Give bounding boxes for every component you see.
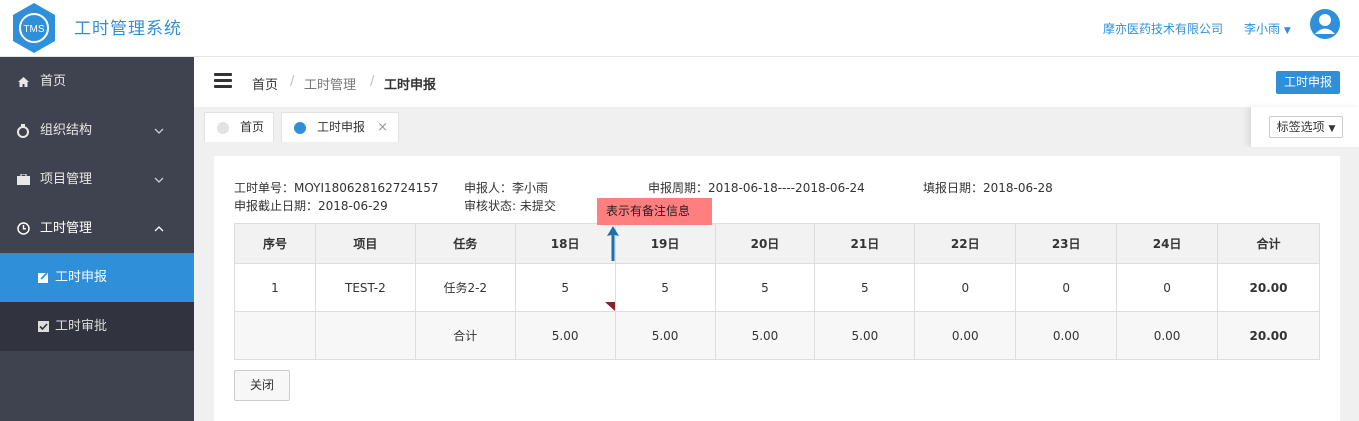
breadcrumb-home[interactable]: 首页 [252,74,278,93]
tab-label: 首页 [240,120,265,134]
close-icon[interactable]: × [377,113,388,142]
table-header-row: 序号 项目 任务 18日 19日 20日 21日 22日 23日 24日 合计 [234,223,1320,264]
column-header: 合计 [1217,223,1320,264]
table-cell [314,311,416,360]
cell-value: 5 [561,280,569,295]
note-tooltip: 表示有备注信息 [597,198,712,225]
table-sum-row: 合计 5.00 5.00 5.00 5.00 0.00 0.00 0.00 20… [234,311,1320,360]
sidebar-item-label: 工时管理 [40,221,93,236]
sum-cell: 0.00 [1116,311,1219,360]
home-icon [16,57,30,106]
top-header: TMS 工时管理系统 摩亦医药技术有限公司 李小雨 ▼ [0,0,1359,57]
hours-cell[interactable]: 0 [1015,263,1118,312]
breadcrumb-separator: / [370,74,375,89]
report-period: 申报周期：2018-06-18----2018-06-24 [648,181,865,195]
hours-cell[interactable]: 0 [914,263,1017,312]
chevron-down-icon [154,155,164,204]
column-header: 项目 [314,223,416,264]
grand-total: 20.00 [1217,311,1320,360]
worktime-table: 序号 项目 任务 18日 19日 20日 21日 22日 23日 24日 合计 … [234,223,1320,360]
tab-label: 工时申报 [317,120,366,134]
tab-home[interactable]: 首页 [204,112,274,142]
column-header: 21日 [814,223,916,264]
svg-text:TMS: TMS [23,24,44,35]
arrow-up-icon [607,226,619,261]
sum-cell: 0.00 [914,311,1017,360]
caret-down-icon: ▼ [1328,124,1336,134]
note-marker-icon [604,302,615,311]
tab-dot-icon [294,122,306,134]
column-header: 23日 [1015,223,1118,264]
breadcrumb-bar: 首页 / 工时管理 / 工时申报 工时申报 [194,57,1359,107]
org-icon [16,106,30,155]
sum-label: 合计 [414,311,516,360]
column-header: 序号 [234,223,316,264]
chevron-up-icon [154,204,164,253]
sidebar-item-projects[interactable]: 项目管理 [0,155,194,204]
sum-cell: 0.00 [1015,311,1118,360]
company-name: 摩亦医药技术有限公司 [1103,22,1224,36]
sidebar-item-label: 工时审批 [55,319,108,334]
sidebar-item-org[interactable]: 组织结构 [0,106,194,155]
briefcase-icon [16,155,30,204]
sidebar-item-worktime-approve[interactable]: 工时审批 [0,302,194,351]
hours-cell-with-note[interactable]: 5 [514,263,616,312]
breadcrumb-separator: / [290,74,295,89]
table-cell: 1 [234,263,316,312]
tab-worktime-report[interactable]: 工时申报 × [281,112,399,142]
column-header: 24日 [1116,223,1219,264]
hours-cell[interactable]: 5 [814,263,916,312]
sidebar-item-worktime[interactable]: 工时管理 [0,204,194,253]
chevron-down-icon [154,106,164,155]
clock-icon [16,204,30,253]
close-button[interactable]: 关闭 [234,370,290,401]
caret-down-icon: ▼ [1283,26,1291,36]
column-header: 18日 [514,223,616,264]
breadcrumb-current: 工时申报 [384,78,437,93]
sidebar-item-label: 工时申报 [55,270,108,285]
sidebar-item-label: 组织结构 [40,123,93,138]
column-header: 任务 [414,223,516,264]
tab-options-panel: 标签选项 ▼ [1250,107,1359,147]
tab-dot-icon [217,122,229,134]
review-status: 审核状态: 未提交 [464,199,556,213]
table-cell [234,311,316,360]
column-header: 19日 [614,223,716,264]
table-row: 1 TEST-2 任务2-2 5 5 5 5 0 0 0 20.00 [234,263,1320,312]
reporter: 申报人：李小雨 [464,181,549,195]
fill-date: 填报日期：2018-06-28 [923,181,1053,195]
table-cell: 任务2-2 [414,263,516,312]
deadline: 申报截止日期：2018-06-29 [234,199,388,213]
tab-options-button[interactable]: 标签选项 ▼ [1269,116,1343,138]
sum-cell: 5.00 [814,311,916,360]
hours-cell[interactable]: 5 [714,263,816,312]
column-header: 20日 [714,223,816,264]
sum-cell: 5.00 [714,311,816,360]
logo: TMS [13,3,55,53]
column-header: 22日 [914,223,1017,264]
breadcrumb-worktime[interactable]: 工时管理 [304,74,356,93]
report-button[interactable]: 工时申报 [1276,71,1340,94]
avatar-icon[interactable] [1310,9,1340,39]
table-cell: TEST-2 [314,263,416,312]
menu-toggle-icon[interactable] [214,73,232,89]
hours-cell[interactable]: 5 [614,263,716,312]
tab-options-label: 标签选项 [1276,120,1325,134]
check-icon [36,302,50,351]
username-label: 李小雨 [1244,22,1281,36]
row-total: 20.00 [1217,263,1320,312]
sidebar: 首页 组织结构 项目管理 工时管理 工时申报 工时审批 [0,57,194,421]
sidebar-item-worktime-report[interactable]: 工时申报 [0,253,194,302]
edit-icon [36,253,50,302]
hours-cell[interactable]: 0 [1116,263,1219,312]
order-number: 工时单号：MOYI180628162724157 [234,181,439,195]
app-title: 工时管理系统 [74,19,182,39]
tab-bar: 首页 工时申报 × 标签选项 ▼ [194,107,1359,147]
user-menu[interactable]: 李小雨 ▼ [1244,20,1291,37]
sidebar-item-label: 首页 [40,74,67,89]
sidebar-item-label: 项目管理 [40,172,93,187]
sum-cell: 5.00 [514,311,616,360]
sidebar-item-home[interactable]: 首页 [0,57,194,106]
sum-cell: 5.00 [614,311,716,360]
